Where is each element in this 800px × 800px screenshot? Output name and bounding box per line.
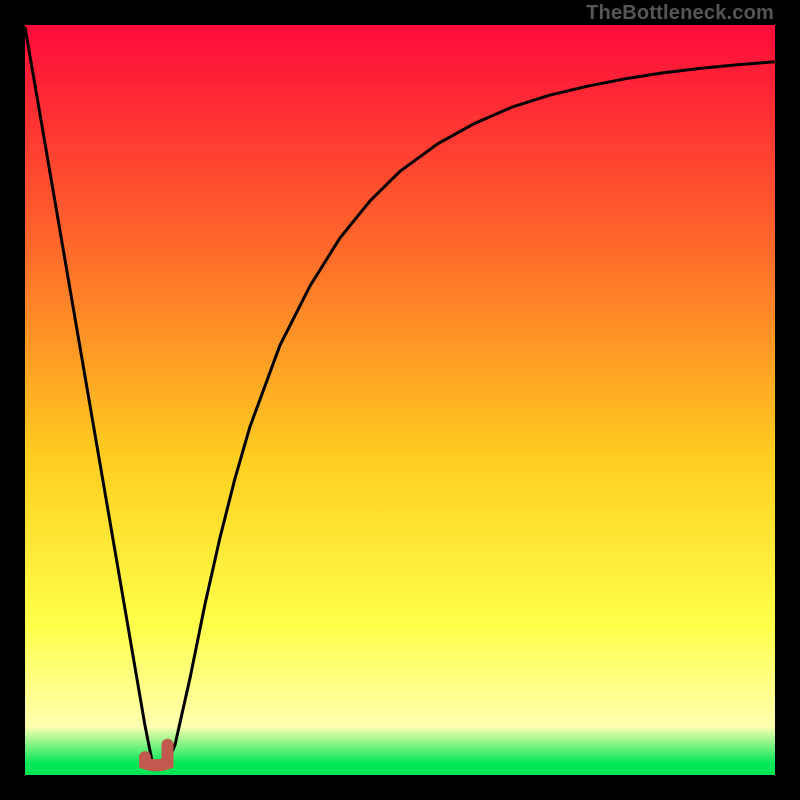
watermark-text: TheBottleneck.com [586,2,774,25]
plot-area [25,25,775,775]
plot-svg [25,25,775,775]
gradient-background [25,25,775,775]
outer-frame: TheBottleneck.com [0,0,800,800]
